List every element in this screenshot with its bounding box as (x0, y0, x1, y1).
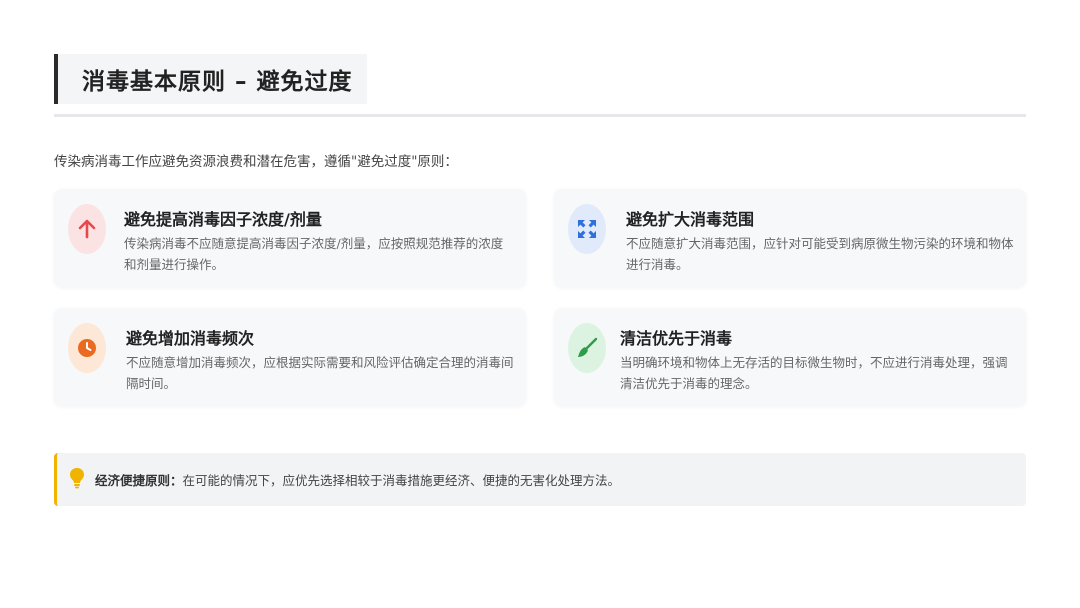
card-title: 避免扩大消毒范围 (626, 210, 755, 229)
principle-card-cleaning: 清洁优先于消毒 当明确环境和物体上无存活的目标微生物时，不应进行消毒处理，强调清… (554, 308, 1026, 406)
card-description: 当明确环境和物体上无存活的目标微生物时，不应进行消毒处理，强调清洁优先于消毒的理… (620, 355, 1008, 391)
principle-card-concentration: 避免提高消毒因子浓度/剂量 传染病消毒不应随意提高消毒因子浓度/剂量，应按照规范… (54, 189, 526, 287)
card-title: 清洁优先于消毒 (620, 329, 733, 348)
intro-text: 传染病消毒工作应避免资源浪费和潜在危害，遵循"避免过度"原则： (54, 154, 458, 170)
clock-icon (68, 323, 106, 373)
broom-icon (568, 323, 606, 373)
card-description: 不应随意增加消毒频次，应根据实际需要和风险评估确定合理的消毒间隔时间。 (126, 355, 514, 391)
principle-card-frequency: 避免增加消毒频次 不应随意增加消毒频次，应根据实际需要和风险评估确定合理的消毒间… (54, 308, 526, 406)
expand-arrows-icon (568, 204, 606, 254)
lightbulb-icon (69, 467, 85, 493)
tip-callout: 经济便捷原则： 在可能的情况下，应优先选择相较于消毒措施更经济、便捷的无害化处理… (54, 453, 1026, 506)
card-description: 不应随意扩大消毒范围，应针对可能受到病原微生物污染的环境和物体进行消毒。 (626, 236, 1014, 272)
title-divider (54, 114, 1026, 117)
title-bar: 消毒基本原则 – 避免过度 (54, 54, 367, 104)
card-title: 避免增加消毒频次 (126, 329, 255, 348)
tip-text: 在可能的情况下，应优先选择相较于消毒措施更经济、便捷的无害化处理方法。 (182, 473, 621, 488)
page-title: 消毒基本原则 – 避免过度 (82, 69, 353, 95)
tip-label: 经济便捷原则： (95, 473, 183, 488)
arrow-up-icon (68, 204, 106, 254)
principle-card-scope: 避免扩大消毒范围 不应随意扩大消毒范围，应针对可能受到病原微生物污染的环境和物体… (554, 189, 1026, 287)
card-description: 传染病消毒不应随意提高消毒因子浓度/剂量，应按照规范推荐的浓度和剂量进行操作。 (124, 236, 504, 272)
card-title: 避免提高消毒因子浓度/剂量 (124, 210, 322, 229)
